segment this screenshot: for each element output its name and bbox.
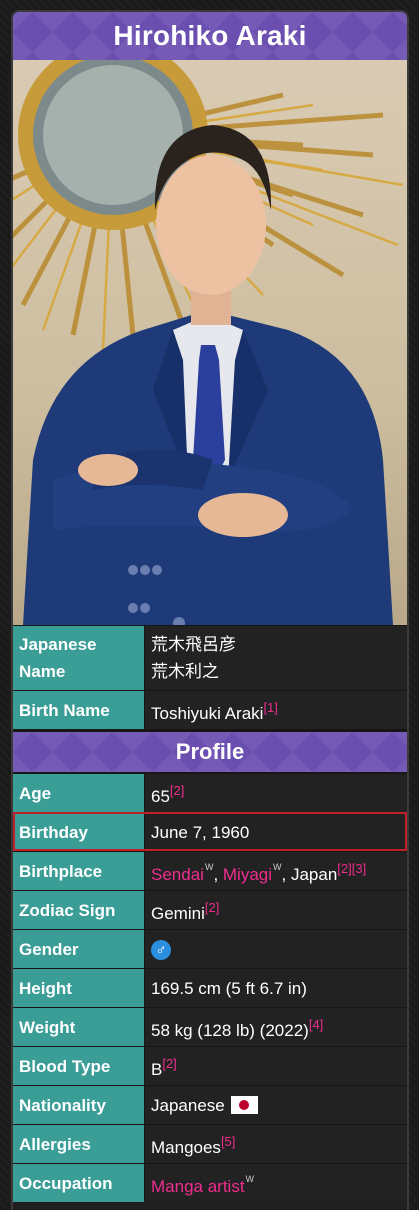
reference-link[interactable]: [5] — [221, 1134, 235, 1149]
row-label: Birthplace — [13, 852, 144, 890]
row-birthplace: Birthplace SendaiW, MiyagiW, Japan[2][3] — [13, 851, 407, 890]
portrait-illustration — [13, 60, 404, 625]
row-label: Weight — [13, 1008, 144, 1046]
row-gender: Gender ♂ — [13, 929, 407, 968]
row-label: Blood Type — [13, 1047, 144, 1085]
portrait-photo[interactable] — [13, 60, 407, 625]
birthplace-rest: , Japan — [281, 865, 338, 884]
allergies-value: Mangoes — [151, 1137, 221, 1157]
row-value: Manga artistW — [144, 1164, 407, 1202]
reference-link[interactable]: [1] — [263, 700, 277, 715]
row-height: Height 169.5 cm (5 ft 6.7 in) — [13, 968, 407, 1007]
nationality-value: Japanese — [151, 1095, 225, 1115]
age-value: 65 — [151, 786, 170, 806]
row-value: B[2] — [144, 1047, 407, 1085]
row-value: ♂ — [144, 930, 407, 968]
row-value: 荒木飛呂彦 荒木利之 — [144, 626, 407, 690]
infobox-rows: Japanese Name 荒木飛呂彦 荒木利之 Birth Name Tosh… — [13, 625, 407, 1202]
row-value: Gemini[2] — [144, 891, 407, 929]
male-symbol-icon: ♂ — [151, 940, 171, 960]
row-japanese-name: Japanese Name 荒木飛呂彦 荒木利之 — [13, 625, 407, 690]
row-nationality: Nationality Japanese — [13, 1085, 407, 1124]
reference-link[interactable]: [2] — [205, 900, 219, 915]
reference-link[interactable]: [4] — [309, 1017, 323, 1032]
row-allergies: Allergies Mangoes[5] — [13, 1124, 407, 1163]
reference-link[interactable]: [3] — [352, 861, 366, 876]
reference-link[interactable]: [2] — [337, 861, 351, 876]
infobox-title: Hirohiko Araki — [13, 12, 407, 60]
row-value: SendaiW, MiyagiW, Japan[2][3] — [144, 852, 407, 890]
row-label: Gender — [13, 930, 144, 968]
sendai-link[interactable]: Sendai — [151, 865, 204, 884]
row-weight: Weight 58 kg (128 lb) (2022)[4] — [13, 1007, 407, 1046]
row-label: Japanese Name — [13, 626, 144, 690]
row-value: Toshiyuki Araki[1] — [144, 691, 407, 729]
blood-value: B — [151, 1059, 163, 1079]
row-value: 58 kg (128 lb) (2022)[4] — [144, 1008, 407, 1046]
row-value: June 7, 1960 — [144, 813, 407, 851]
row-birth-name: Birth Name Toshiyuki Araki[1] — [13, 690, 407, 729]
row-blood-type: Blood Type B[2] — [13, 1046, 407, 1085]
wikipedia-icon[interactable]: W — [246, 1174, 255, 1184]
weight-value: 58 kg (128 lb) (2022) — [151, 1020, 309, 1040]
row-label: Allergies — [13, 1125, 144, 1163]
reference-link[interactable]: [2] — [170, 783, 184, 798]
row-occupation: Occupation Manga artistW — [13, 1163, 407, 1202]
section-profile: Profile — [13, 729, 407, 773]
row-label: Height — [13, 969, 144, 1007]
japan-flag-icon — [230, 1095, 258, 1114]
row-value: 65[2] — [144, 774, 407, 812]
wikipedia-icon[interactable]: W — [273, 862, 282, 872]
row-label: Occupation — [13, 1164, 144, 1202]
row-zodiac: Zodiac Sign Gemini[2] — [13, 890, 407, 929]
miyagi-link[interactable]: Miyagi — [223, 865, 272, 884]
row-label: Nationality — [13, 1086, 144, 1124]
row-value: Japanese — [144, 1086, 407, 1124]
character-infobox: Hirohiko Araki Japanese Name 荒木飛呂彦 荒木利之 … — [11, 10, 409, 1210]
row-label: Birthday — [13, 813, 144, 851]
japanese-name-2: 荒木利之 — [151, 662, 219, 681]
birthday-value: June 7, 1960 — [151, 822, 250, 842]
zodiac-value: Gemini — [151, 903, 205, 923]
row-value: 169.5 cm (5 ft 6.7 in) — [144, 969, 407, 1007]
row-age: Age 65[2] — [13, 773, 407, 812]
row-birthday: Birthday June 7, 1960 — [13, 812, 407, 851]
row-label: Birth Name — [13, 691, 144, 729]
row-value: Mangoes[5] — [144, 1125, 407, 1163]
birth-name-text: Toshiyuki Araki — [151, 703, 264, 723]
manga-artist-link[interactable]: Manga artist — [151, 1177, 245, 1196]
japanese-name-1: 荒木飛呂彦 — [151, 635, 236, 654]
row-label: Age — [13, 774, 144, 812]
height-value: 169.5 cm (5 ft 6.7 in) — [151, 978, 307, 998]
row-label: Zodiac Sign — [13, 891, 144, 929]
reference-link[interactable]: [2] — [162, 1056, 176, 1071]
